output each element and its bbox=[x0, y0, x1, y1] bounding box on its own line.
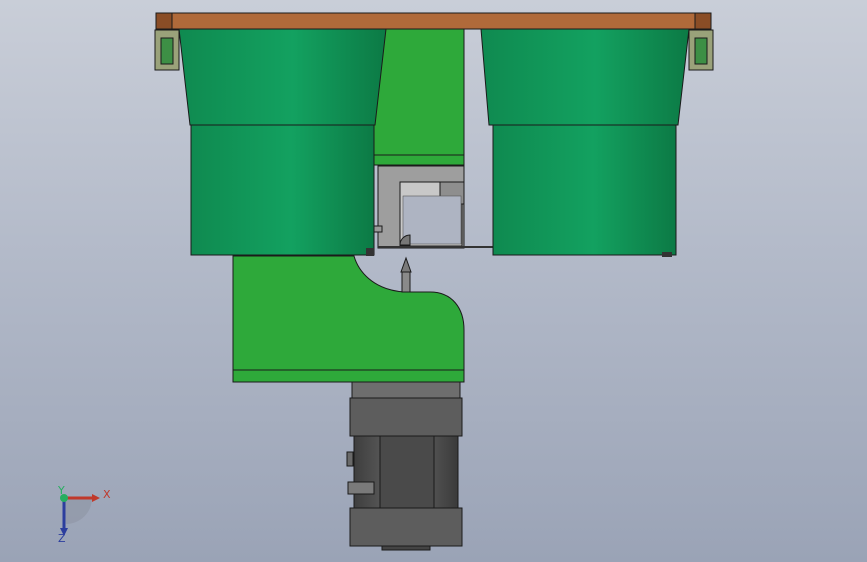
left-bracket bbox=[154, 29, 180, 71]
center-column bbox=[373, 28, 465, 166]
left-bowl bbox=[178, 28, 387, 256]
right-bracket bbox=[688, 29, 714, 71]
nozzle-tip bbox=[400, 256, 412, 293]
graphics-viewport[interactable]: X Y Z bbox=[0, 0, 867, 562]
motor-assembly bbox=[346, 381, 463, 551]
cad-model[interactable] bbox=[0, 0, 867, 562]
right-bowl bbox=[480, 28, 690, 257]
center-mechanism bbox=[371, 165, 494, 249]
lower-body bbox=[232, 255, 465, 383]
top-plate bbox=[155, 12, 712, 30]
